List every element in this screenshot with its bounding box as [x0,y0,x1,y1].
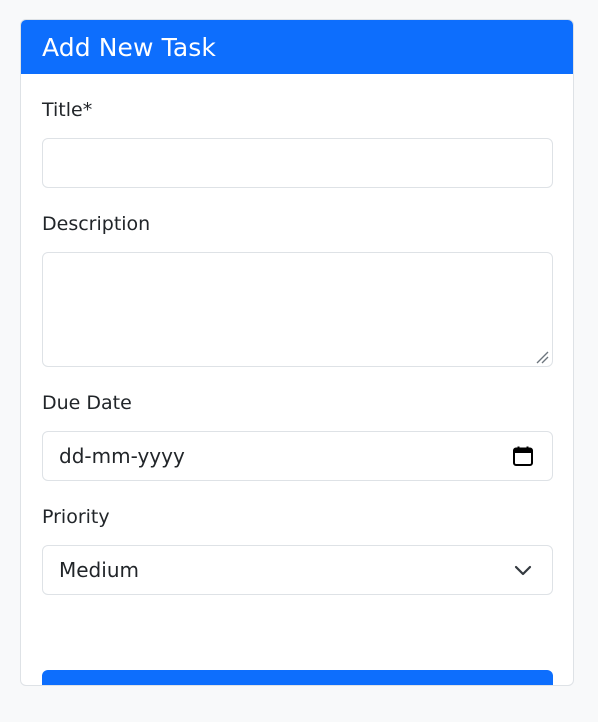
add-task-card: Add New Task Title* Description Due Date… [20,19,574,686]
add-task-button[interactable]: Add Task [42,670,553,685]
due-date-placeholder: dd-mm-yyyy [59,444,185,468]
due-date-input[interactable]: dd-mm-yyyy [42,431,553,481]
priority-select[interactable]: Medium [42,545,553,595]
due-date-label: Due Date [42,392,132,414]
priority-label: Priority [42,506,110,528]
calendar-icon[interactable] [511,444,535,468]
card-header: Add New Task [21,20,573,74]
title-label: Title* [42,99,93,121]
description-textarea[interactable] [42,252,553,367]
title-input[interactable] [42,138,553,188]
description-label: Description [42,213,151,235]
card-title: Add New Task [42,32,216,62]
chevron-down-icon[interactable] [511,558,535,582]
priority-selected-value: Medium [59,558,139,582]
